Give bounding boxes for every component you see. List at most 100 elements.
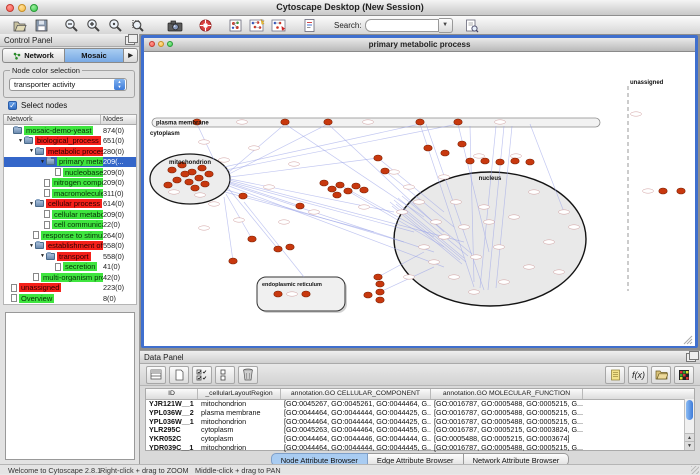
network-node[interactable]	[376, 297, 384, 303]
network-node[interactable]	[286, 244, 294, 250]
table-cell[interactable]: cytoplasm	[198, 435, 281, 444]
zoom-fit-icon[interactable]	[126, 17, 148, 33]
zoom-selected-icon[interactable]	[104, 17, 126, 33]
table-row[interactable]: YJR121W__1mitochondrion[GO:0045267, GO:0…	[146, 400, 694, 409]
table-cell[interactable]: [GO:0016787, GO:0005215, GO:0003824, G..…	[431, 426, 583, 435]
table-cell[interactable]: [GO:0044464, GO:0044444, GO:0044425, G..…	[281, 418, 431, 427]
node-label[interactable]	[459, 225, 470, 229]
node-label[interactable]	[279, 220, 290, 224]
network-canvas[interactable]: plasma membrane cytoplasm mitochondrion …	[144, 52, 695, 346]
table-cell[interactable]: [GO:0044464, GO:0044444, GO:0044425, G..…	[281, 409, 431, 418]
network-node[interactable]	[374, 274, 382, 280]
table-cell[interactable]: [GO:0045263, GO:0044464, GO:0044455, G..…	[281, 426, 431, 435]
network-window-titlebar[interactable]: primary metabolic process	[144, 38, 695, 52]
table-cell[interactable]: [GO:0016787, GO:0005488, GO:0005215, G..…	[431, 400, 583, 409]
node-label[interactable]	[451, 200, 462, 204]
node-label[interactable]	[397, 210, 408, 214]
tree-item-label[interactable]: unassigned	[19, 283, 61, 292]
table-cell[interactable]: [GO:0016787, GO:0005488, GO:0005215, G..…	[431, 418, 583, 427]
mosaic-plugin-icon[interactable]	[224, 17, 246, 33]
network-node[interactable]	[381, 168, 389, 174]
node-label[interactable]	[404, 185, 415, 189]
node-label[interactable]	[219, 158, 230, 162]
node-label[interactable]	[195, 193, 206, 197]
table-cell[interactable]: [GO:0044464, GO:0044444, GO:0044445, G..…	[281, 444, 431, 453]
tree-item-label[interactable]: response to stimul	[41, 231, 103, 240]
table-row[interactable]: YPL036W__2plasma membrane[GO:0044464, GO…	[146, 409, 694, 418]
network-node[interactable]	[424, 145, 432, 151]
network-node[interactable]	[374, 155, 382, 161]
tree-row[interactable]: ▼mosaic-demo-yeast874(0)	[4, 125, 136, 136]
node-label[interactable]	[479, 205, 490, 209]
network-node[interactable]	[181, 171, 189, 177]
expand-triangle-icon[interactable]: ▼	[17, 138, 24, 144]
network-node[interactable]	[328, 186, 336, 192]
search-dropdown-icon[interactable]: ▼	[439, 18, 453, 33]
node-label[interactable]	[544, 240, 555, 244]
table-cell[interactable]: YKR052C	[146, 435, 198, 444]
tree-row[interactable]: ▼metabolic process280(0)	[4, 146, 136, 157]
attribute-editor-icon[interactable]	[605, 366, 625, 384]
column-header-cellular-component[interactable]: annotation.GO CELLULAR_COMPONENT	[281, 389, 431, 399]
expand-triangle-icon[interactable]: ▼	[39, 159, 46, 165]
tree-row[interactable]: nitrogen compo209(0)	[4, 178, 136, 189]
matrix-icon[interactable]	[674, 366, 694, 384]
node-label[interactable]	[439, 235, 450, 239]
node-label[interactable]	[414, 200, 425, 204]
tree-row[interactable]: ▼biological_process651(0)	[4, 136, 136, 147]
network-node[interactable]	[302, 291, 310, 297]
tree-item-label[interactable]: establishment of lo	[46, 241, 103, 250]
network-node[interactable]	[274, 246, 282, 252]
table-cell[interactable]: YPL036W__2	[146, 409, 198, 418]
network-node[interactable]	[511, 158, 519, 164]
tree-column-network[interactable]: Network	[4, 115, 101, 124]
table-row[interactable]: YKR052Ccytoplasm[GO:0044464, GO:0044446,…	[146, 435, 694, 444]
table-row[interactable]: YDR039C__1mitochondrion[GO:0044464, GO:0…	[146, 444, 694, 453]
node-label[interactable]	[389, 170, 400, 174]
tree-row[interactable]: ▼primary metabo209(...	[4, 157, 136, 168]
window-resize-grip[interactable]	[691, 466, 699, 474]
tree-item-label[interactable]: biological_process	[35, 136, 101, 145]
zoom-out-icon[interactable]	[60, 17, 82, 33]
node-label[interactable]	[169, 190, 180, 194]
tree-row[interactable]: cell communicat22(0)	[4, 220, 136, 231]
node-label[interactable]	[431, 220, 442, 224]
network-node[interactable]	[458, 141, 466, 147]
network-node[interactable]	[324, 119, 332, 125]
save-session-icon[interactable]	[30, 17, 52, 33]
select-nodes-checkbox[interactable]: ✓	[8, 101, 17, 110]
edge[interactable]	[224, 197, 233, 261]
node-label[interactable]	[494, 245, 505, 249]
annotation-icon[interactable]	[298, 17, 320, 33]
select-attributes-icon[interactable]	[192, 366, 212, 384]
node-label[interactable]	[529, 190, 540, 194]
table-cell[interactable]: YDR039C__1	[146, 444, 198, 453]
expand-triangle-icon[interactable]: ▼	[39, 253, 46, 259]
region-nucleus[interactable]	[394, 172, 586, 306]
network-node[interactable]	[659, 188, 667, 194]
tree-row[interactable]: secretion41(0)	[4, 262, 136, 273]
network-node[interactable]	[336, 182, 344, 188]
network-node[interactable]	[333, 192, 341, 198]
scrollbar-thumb[interactable]	[686, 400, 693, 420]
tree-row[interactable]: ▼transport558(0)	[4, 251, 136, 262]
table-mode-icon[interactable]	[146, 366, 166, 384]
new-attribute-icon[interactable]	[169, 366, 189, 384]
scroll-down-icon[interactable]: ▼	[685, 441, 694, 450]
network-node[interactable]	[168, 167, 176, 173]
create-view-icon[interactable]	[246, 17, 268, 33]
node-label[interactable]	[484, 220, 495, 224]
table-cell[interactable]: [GO:0045267, GO:0045261, GO:0044464, G..…	[281, 400, 431, 409]
node-label[interactable]	[287, 292, 298, 296]
column-header-region[interactable]: _cellularLayoutRegion	[198, 389, 281, 399]
node-label[interactable]	[449, 275, 460, 279]
table-cell[interactable]: [GO:0044464, GO:0044446, GO:0044444, G..…	[281, 435, 431, 444]
node-label[interactable]	[209, 202, 220, 206]
tree-item-label[interactable]: Overview	[19, 294, 54, 303]
network-node[interactable]	[441, 150, 449, 156]
node-label[interactable]	[471, 255, 482, 259]
network-node[interactable]	[496, 159, 504, 165]
node-label[interactable]	[199, 226, 210, 230]
edge[interactable]	[226, 124, 458, 170]
search-input[interactable]	[365, 19, 439, 32]
